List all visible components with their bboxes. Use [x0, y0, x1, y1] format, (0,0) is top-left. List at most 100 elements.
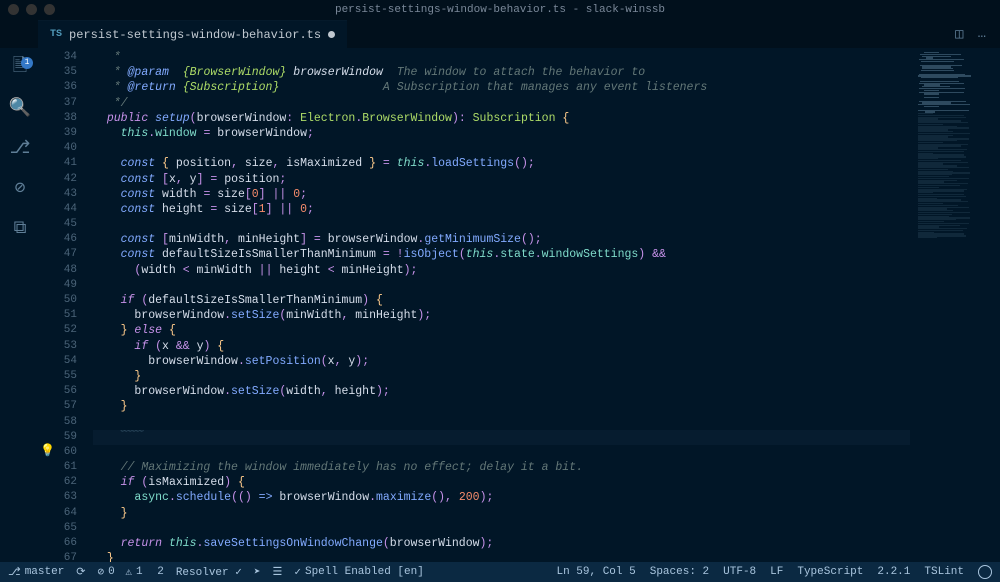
code-line[interactable]: } [93, 551, 910, 562]
line-number: 47 [40, 247, 77, 262]
arrow-icon[interactable]: ➤ [254, 565, 261, 579]
extensions-icon[interactable]: ⧉ [8, 216, 32, 240]
ts-version[interactable]: 2.2.1 [877, 565, 910, 579]
code-line[interactable] [93, 445, 910, 460]
minimap[interactable] [910, 48, 1000, 562]
line-number: 51 [40, 308, 77, 323]
explorer-icon[interactable]: 🗎1 [8, 56, 32, 80]
more-icon[interactable]: … [978, 26, 986, 42]
window-traffic-lights[interactable] [8, 4, 55, 15]
cursor-position[interactable]: Ln 59, Col 5 [557, 565, 636, 579]
editor[interactable]: 💡 34353637383940414243444546474849505152… [40, 48, 1000, 562]
code-line[interactable]: browserWindow.setSize(width, height); [93, 384, 910, 399]
line-number: 55 [40, 369, 77, 384]
code-line[interactable]: if (isMaximized) { [93, 475, 910, 490]
sync-icon[interactable]: ⟳ [76, 565, 85, 579]
code-line[interactable]: const [minWidth, minHeight] = browserWin… [93, 232, 910, 247]
line-number: 37 [40, 96, 77, 111]
resolver-status[interactable]: Resolver ✓ [176, 565, 242, 579]
line-number: 54 [40, 354, 77, 369]
min-dot[interactable] [26, 4, 37, 15]
line-number: 66 [40, 536, 77, 551]
max-dot[interactable] [44, 4, 55, 15]
code-line[interactable]: public setup(browserWindow: Electron.Bro… [93, 111, 910, 126]
git-branch[interactable]: ⎇ master [8, 565, 64, 579]
code-line[interactable]: * [93, 50, 910, 65]
line-number: 39 [40, 126, 77, 141]
line-number: 53 [40, 339, 77, 354]
code-line[interactable]: } [93, 369, 910, 384]
ts-file-icon: TS [50, 29, 62, 40]
code-line[interactable] [93, 278, 910, 293]
code-line[interactable] [93, 217, 910, 232]
scm-icon[interactable]: ⎇ [8, 136, 32, 160]
explorer-badge: 1 [21, 57, 33, 69]
code-line[interactable]: */ [93, 96, 910, 111]
line-number: 61 [40, 460, 77, 475]
code-line[interactable]: const [x, y] = position; [93, 172, 910, 187]
code-line[interactable]: const width = size[0] || 0; [93, 187, 910, 202]
line-number: 36 [40, 80, 77, 95]
language-mode[interactable]: TypeScript [797, 565, 863, 579]
tslint-status[interactable]: TSLint [924, 565, 964, 579]
code-line[interactable]: const { position, size, isMaximized } = … [93, 156, 910, 171]
line-number: 64 [40, 506, 77, 521]
code-line[interactable]: * @return {Subscription} A Subscription … [93, 80, 910, 95]
tab-actions: ◫ … [955, 20, 1000, 48]
line-number: 63 [40, 490, 77, 505]
eol-status[interactable]: LF [770, 565, 783, 579]
code-line[interactable] [93, 521, 910, 536]
line-number: 49 [40, 278, 77, 293]
line-number: 45 [40, 217, 77, 232]
code-line[interactable]: (width < minWidth || height < minHeight)… [93, 263, 910, 278]
code-line[interactable]: const defaultSizeIsSmallerThanMinimum = … [93, 247, 910, 262]
line-number: 40 [40, 141, 77, 156]
code-line[interactable]: browserWindow.setPosition(x, y); [93, 354, 910, 369]
code-line[interactable] [93, 415, 910, 430]
code-line[interactable]: // Maximizing the window immediately has… [93, 460, 910, 475]
tab-active[interactable]: TS persist-settings-window-behavior.ts [38, 20, 347, 48]
line-number: 34 [40, 50, 77, 65]
editor-tabs: TS persist-settings-window-behavior.ts ◫… [0, 20, 1000, 48]
debug-icon[interactable]: ⊘ [8, 176, 32, 200]
code-line[interactable]: if (x && y) { [93, 339, 910, 354]
code-line[interactable]: async.schedule(() => browserWindow.maxim… [93, 490, 910, 505]
code-line[interactable]: } [93, 399, 910, 414]
code-line[interactable]: this.window = browserWindow; [93, 126, 910, 141]
code-line[interactable]: * @param {BrowserWindow} browserWindow T… [93, 65, 910, 80]
code-line[interactable]: } [93, 506, 910, 521]
checklist-icon[interactable]: ☰ [272, 565, 282, 579]
line-number: 41 [40, 156, 77, 171]
line-number: 35 [40, 65, 77, 80]
code-line[interactable]: ﹋﹋ [93, 430, 910, 445]
encoding-status[interactable]: UTF-8 [723, 565, 756, 579]
search-icon[interactable]: 🔍 [8, 96, 32, 120]
code-line[interactable]: if (defaultSizeIsSmallerThanMinimum) { [93, 293, 910, 308]
code-line[interactable]: const height = size[1] || 0; [93, 202, 910, 217]
problems[interactable]: ⊘ 0 ⚠ 1 2 [98, 565, 164, 579]
split-editor-icon[interactable]: ◫ [955, 26, 963, 43]
line-number: 48 [40, 263, 77, 278]
code-line[interactable]: browserWindow.setSize(minWidth, minHeigh… [93, 308, 910, 323]
feedback-icon[interactable] [978, 565, 992, 579]
tab-filename: persist-settings-window-behavior.ts [69, 28, 321, 42]
code-line[interactable]: } else { [93, 323, 910, 338]
code-line[interactable]: return this.saveSettingsOnWindowChange(b… [93, 536, 910, 551]
line-number: 62 [40, 475, 77, 490]
code-area[interactable]: * * @param {BrowserWindow} browserWindow… [85, 48, 910, 562]
line-number: 42 [40, 172, 77, 187]
line-number: 67 [40, 551, 77, 562]
line-number: 43 [40, 187, 77, 202]
indent-status[interactable]: Spaces: 2 [650, 565, 709, 579]
lightbulb-icon[interactable]: 💡 [40, 443, 55, 458]
dirty-dot-icon[interactable] [328, 31, 335, 38]
line-number: 58 [40, 415, 77, 430]
line-gutter: 3435363738394041424344454647484950515253… [40, 48, 85, 562]
spell-status[interactable]: ✓ Spell Enabled [en] [294, 565, 423, 579]
activity-bar: 🗎1 🔍 ⎇ ⊘ ⧉ [0, 48, 40, 562]
code-line[interactable] [93, 141, 910, 156]
line-number: 38 [40, 111, 77, 126]
line-number: 52 [40, 323, 77, 338]
close-dot[interactable] [8, 4, 19, 15]
line-number: 44 [40, 202, 77, 217]
